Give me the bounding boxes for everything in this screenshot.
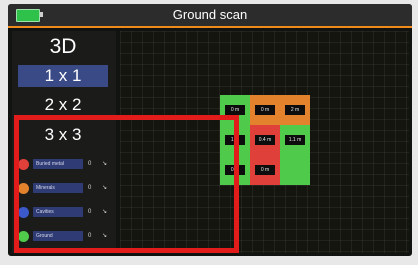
window-title: Ground scan	[172, 7, 248, 22]
cell-depth-label: 0 m	[255, 105, 275, 115]
title-bar: Ground scan	[8, 4, 412, 28]
cell-depth-label: 0 m	[225, 105, 245, 115]
cell-depth-label: 0 m	[255, 165, 275, 175]
mode-3d-button[interactable]: 3D	[18, 36, 108, 58]
grid-cell[interactable]: 0 m	[250, 95, 280, 125]
grid-cell[interactable]: 2 m	[280, 95, 310, 125]
cell-depth-label: 1.1 m	[285, 135, 305, 145]
grid-cell[interactable]: 1.1 m	[280, 125, 310, 155]
grid-cell[interactable]: 0.4 m	[250, 125, 280, 155]
highlight-box	[14, 115, 239, 253]
mode-2x2-button[interactable]: 2 x 2	[18, 94, 108, 116]
grid-cell[interactable]	[280, 155, 310, 185]
grid-cell[interactable]: 0 m	[250, 155, 280, 185]
mode-1x1-button[interactable]: 1 x 1	[18, 65, 108, 87]
cell-depth-label: 0.4 m	[255, 135, 275, 145]
cell-depth-label: 2 m	[285, 105, 305, 115]
